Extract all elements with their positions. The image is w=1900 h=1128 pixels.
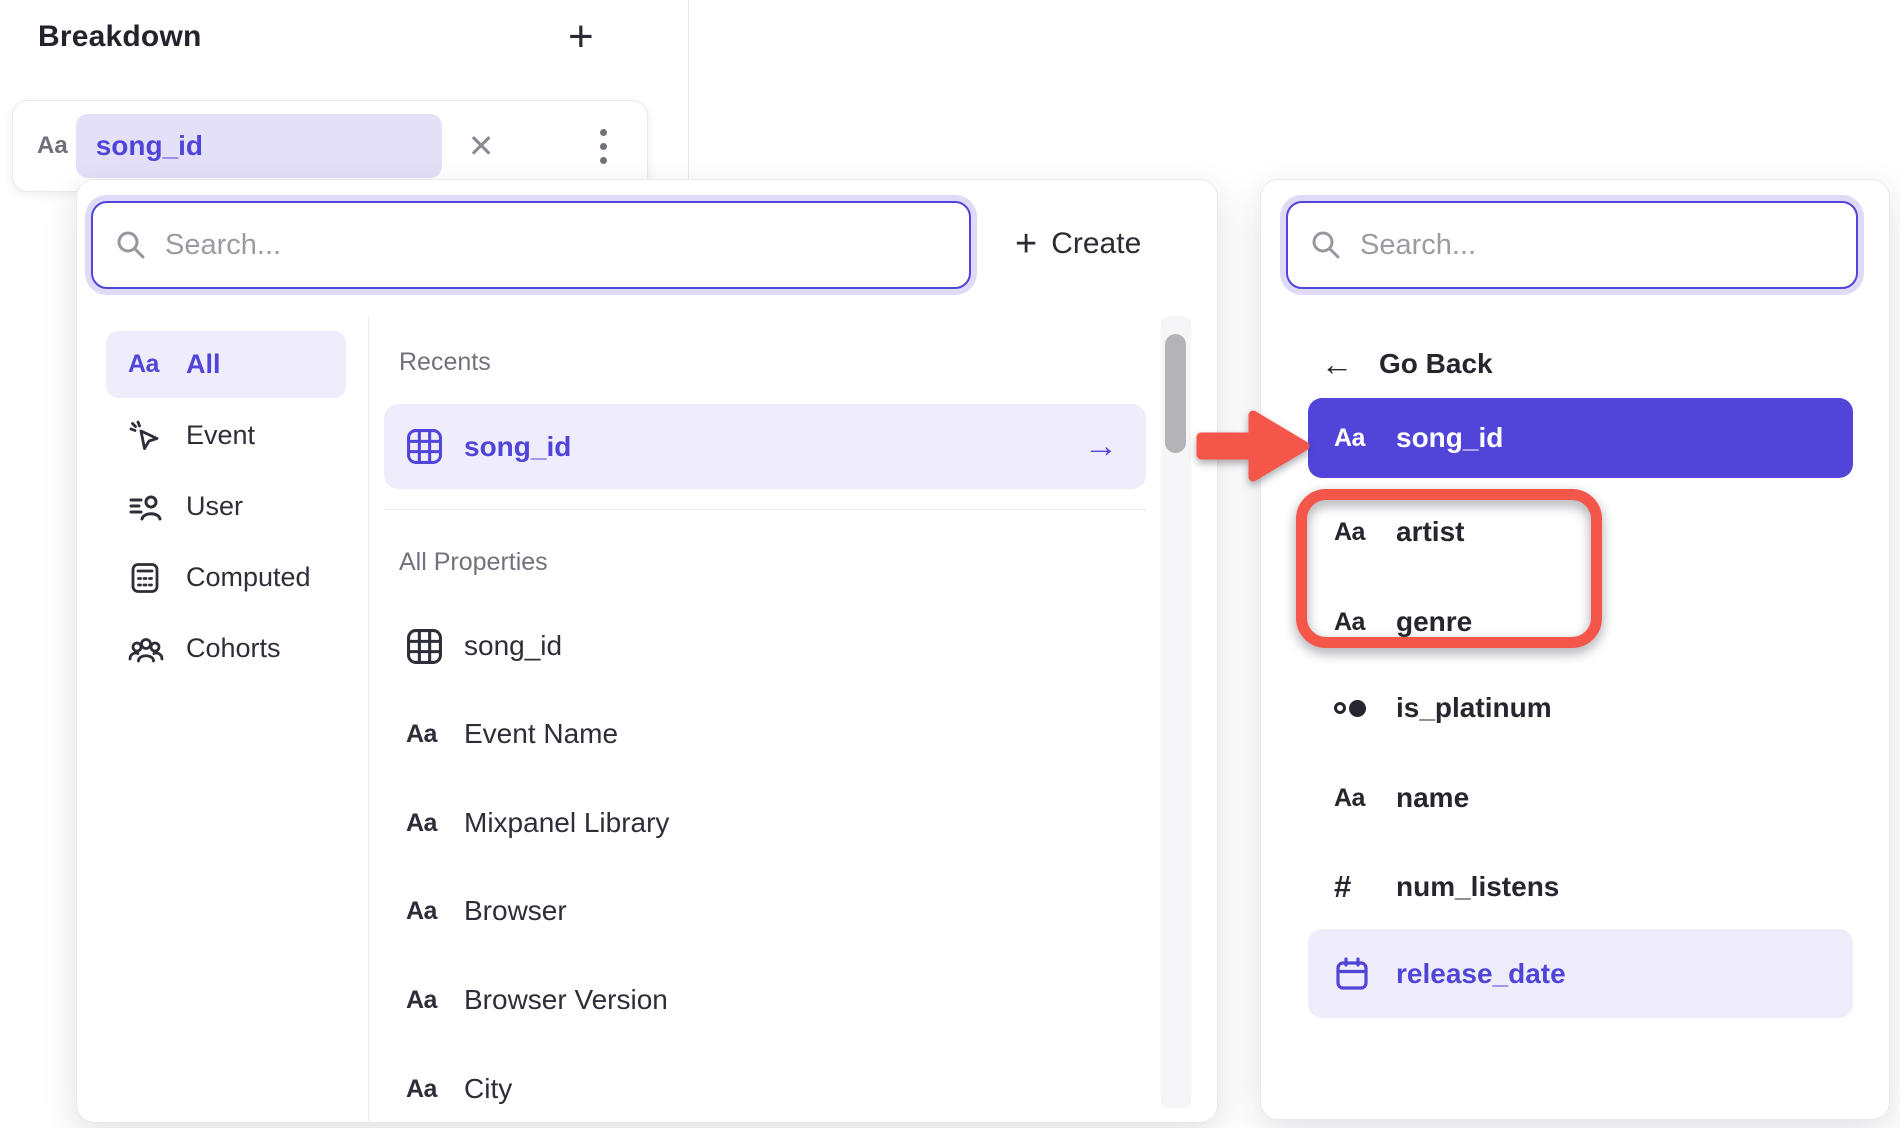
nested-property-name[interactable]: Aa name <box>1308 758 1853 838</box>
arrow-left-icon: ← <box>1321 348 1353 380</box>
screen: Breakdown + Aa song_id ✕ + Create <box>0 0 1900 1128</box>
computed-icon <box>128 561 166 595</box>
go-back-button[interactable]: ← Go Back <box>1321 340 1493 388</box>
category-list-divider <box>368 316 369 1122</box>
event-icon <box>128 419 166 453</box>
nested-property-genre[interactable]: Aa genre <box>1308 582 1853 662</box>
breakdown-options-button[interactable] <box>600 125 607 167</box>
text-type-icon: Aa <box>406 986 464 1015</box>
text-type-icon: Aa <box>406 720 464 749</box>
header-divider <box>688 0 689 180</box>
boolean-icon <box>1334 700 1396 717</box>
text-type-icon: Aa <box>1334 424 1396 453</box>
kebab-icon <box>600 129 607 136</box>
property-item-browser-version[interactable]: Aa Browser Version <box>384 957 1146 1043</box>
nested-property-is-platinum[interactable]: is_platinum <box>1308 668 1853 748</box>
table-grid-icon <box>406 428 464 465</box>
number-icon: # <box>1334 869 1396 905</box>
property-item-event-name[interactable]: Aa Event Name <box>384 691 1146 777</box>
text-type-icon: Aa <box>1334 608 1396 637</box>
text-type-icon: Aa <box>128 350 166 379</box>
property-item-song-id[interactable]: song_id <box>384 603 1146 689</box>
section-title-recents: Recents <box>399 348 491 377</box>
create-property-button[interactable]: + Create <box>1015 216 1141 272</box>
nested-property-num-listens[interactable]: # num_listens <box>1308 847 1853 927</box>
add-breakdown-button[interactable]: + <box>568 12 594 62</box>
search-icon <box>115 229 147 261</box>
text-type-icon: Aa <box>37 132 68 160</box>
nested-property-song-id[interactable]: Aa song_id <box>1308 398 1853 478</box>
category-item-all[interactable]: Aa All <box>106 331 346 398</box>
plus-icon: + <box>568 12 594 61</box>
plus-icon: + <box>1015 225 1037 263</box>
table-grid-icon <box>406 628 464 665</box>
calendar-icon <box>1334 956 1396 992</box>
cohorts-icon <box>128 632 166 666</box>
remove-breakdown-button[interactable]: ✕ <box>468 130 495 162</box>
text-type-icon: Aa <box>406 897 464 926</box>
search-input[interactable] <box>1358 228 1834 263</box>
category-item-user[interactable]: User <box>106 473 346 540</box>
property-item-city[interactable]: Aa City <box>384 1046 1146 1128</box>
section-title-all-properties: All Properties <box>399 548 548 577</box>
breakdown-chip-value[interactable]: song_id <box>76 114 442 178</box>
property-picker-panel: + Create Aa All Event <box>76 179 1218 1123</box>
recent-property-song-id[interactable]: song_id → <box>384 404 1146 489</box>
text-type-icon: Aa <box>1334 518 1396 547</box>
property-item-browser[interactable]: Aa Browser <box>384 868 1146 954</box>
nested-search[interactable] <box>1286 201 1858 289</box>
nested-property-artist[interactable]: Aa artist <box>1308 492 1853 572</box>
text-type-icon: Aa <box>1334 784 1396 813</box>
breakdown-section-title: Breakdown <box>38 20 202 54</box>
search-input[interactable] <box>163 228 947 263</box>
category-item-computed[interactable]: Computed <box>106 544 346 611</box>
text-type-icon: Aa <box>406 1075 464 1104</box>
arrow-right-icon[interactable]: → <box>1084 427 1118 466</box>
nested-property-panel: ← Go Back Aa song_id Aa artist Aa genre … <box>1260 179 1890 1120</box>
search-icon <box>1310 229 1342 261</box>
category-item-cohorts[interactable]: Cohorts <box>106 615 346 682</box>
scrollbar[interactable] <box>1161 316 1191 1108</box>
property-item-mixpanel-library[interactable]: Aa Mixpanel Library <box>384 780 1146 866</box>
section-divider <box>384 509 1146 510</box>
category-item-event[interactable]: Event <box>106 402 346 469</box>
user-icon <box>128 490 166 524</box>
property-search[interactable] <box>91 201 971 289</box>
text-type-icon: Aa <box>406 809 464 838</box>
nested-property-release-date[interactable]: release_date <box>1308 929 1853 1018</box>
scrollbar-thumb[interactable] <box>1165 334 1186 453</box>
